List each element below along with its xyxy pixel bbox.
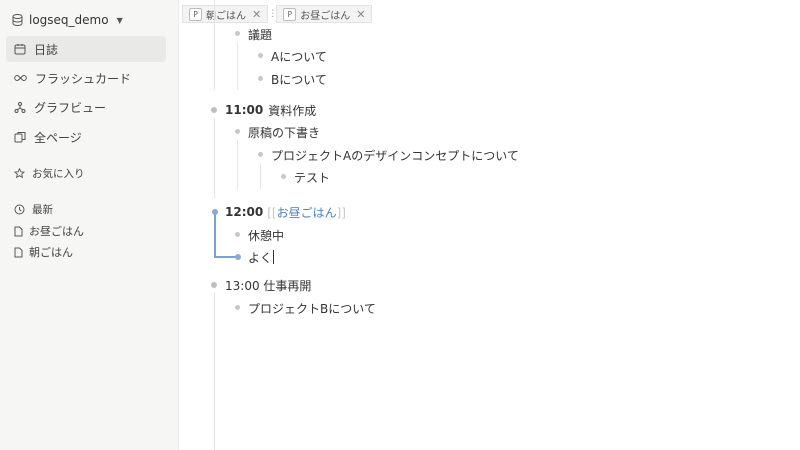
recent-item-label: お昼ごはん [29,225,84,238]
block-time: 12:00 [225,205,264,219]
infinity-icon [14,74,27,82]
block-bullet[interactable] [235,232,240,237]
sidebar-item-label: 全ページ [34,130,82,145]
recent-label: 最新 [32,204,53,216]
page-ref-label: お昼ごはん [276,205,337,220]
block-bullet[interactable] [235,254,241,260]
active-block-line [216,256,236,258]
block-bullet[interactable] [281,174,286,179]
sidebar-item-all-pages[interactable]: 全ページ [6,124,166,150]
active-block-line [214,213,216,258]
indent-guide [237,42,238,90]
indent-guide [214,292,215,450]
graph-selector[interactable]: logseq_demo ▼ [12,10,123,30]
page-reference[interactable]: [[お昼ごはん]] [267,204,346,221]
block-text[interactable]: 13:00 仕事再開 [225,275,311,295]
chevron-down-icon: ▼ [116,15,123,25]
text-cursor [273,250,275,264]
indent-guide [260,163,261,190]
indent-guide [214,0,215,90]
page-icon [14,226,23,236]
block-text[interactable]: Aについて [271,46,327,66]
database-icon [12,14,23,26]
recent-item-label: 朝ごはん [29,246,73,259]
block-bullet[interactable] [258,53,263,58]
block-bullet[interactable] [235,129,240,134]
favorites-header[interactable]: お気に入り [14,166,85,181]
calendar-icon [14,44,26,55]
left-sidebar: logseq_demo ▼ 日誌 フラッシュカード グラフビュー 全ページ お気… [0,0,179,450]
indent-guide [214,118,215,198]
history-icon [14,204,25,215]
sidebar-item-flashcards[interactable]: フラッシュカード [6,65,166,91]
pages-icon [14,132,26,143]
favorites-label: お気に入り [32,168,85,180]
block-text[interactable]: 休憩中 [248,225,284,245]
block-text[interactable]: テスト [294,167,330,187]
recent-header[interactable]: 最新 [14,202,53,217]
graph-icon [14,102,26,113]
block-text[interactable]: プロジェクトBについて [248,298,376,318]
sidebar-item-graph-view[interactable]: グラフビュー [6,94,166,120]
sidebar-item-label: 日誌 [34,42,59,57]
ref-bracket-close: ]] [336,205,346,220]
sidebar-item-label: グラフビュー [34,100,107,115]
block-time: 11:00 [225,103,264,117]
block-text[interactable]: Bについて [271,69,327,89]
block-text[interactable]: 原稿の下書き [248,122,320,142]
star-icon [14,168,25,179]
indent-guide [237,140,238,190]
block-bullet[interactable] [235,305,240,310]
sidebar-item-journals[interactable]: 日誌 [6,36,166,62]
block-text: よく [248,250,273,265]
sidebar-item-label: フラッシュカード [35,71,132,86]
block-bullet[interactable] [211,282,217,288]
block-12-00[interactable]: 12:00 [[お昼ごはん]] [225,202,346,222]
block-bullet[interactable] [258,152,263,157]
block-11-00[interactable]: 11:00 資料作成 [225,100,316,120]
editing-block[interactable]: よく [248,247,275,267]
block-bullet[interactable] [235,31,240,36]
journal-page: 議題 Aについて Bについて 11:00 資料作成 原稿の下書き プロジェクトA… [178,0,800,450]
block-text[interactable]: プロジェクトAのデザインコンセプトについて [271,145,519,165]
recent-item-lunch[interactable]: お昼ごはん [14,223,84,239]
block-bullet[interactable] [211,107,217,113]
block-text: 資料作成 [268,103,317,118]
block-bullet[interactable] [258,76,263,81]
graph-name: logseq_demo [29,13,109,27]
block-bullet[interactable] [212,209,218,215]
recent-item-breakfast[interactable]: 朝ごはん [14,244,73,260]
page-icon [14,247,23,257]
ref-bracket-open: [[ [267,205,277,220]
block-text[interactable]: 議題 [248,24,272,44]
